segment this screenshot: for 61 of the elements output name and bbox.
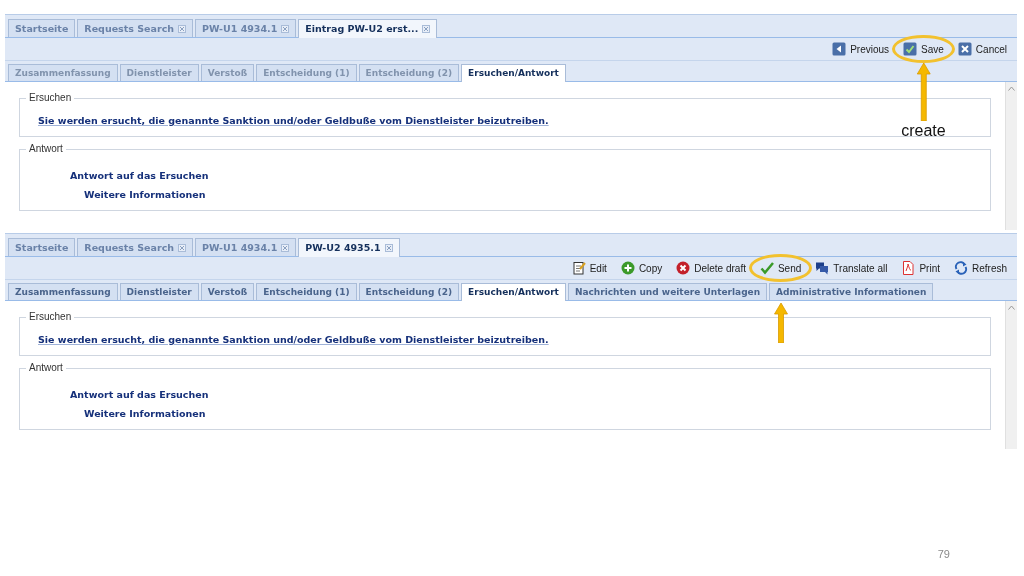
document-tab[interactable]: Eintrag PW-U2 erst... <box>298 19 438 38</box>
cancel-icon <box>957 42 972 56</box>
checkmark-icon <box>759 261 774 275</box>
document-tab[interactable]: PW-U2 4935.1 <box>298 238 400 257</box>
fieldset-legend: Ersuchen <box>26 92 75 103</box>
edit-button[interactable]: Edit <box>569 260 609 276</box>
document-tab[interactable]: Startseite <box>8 238 76 256</box>
document-tab[interactable]: Requests Search <box>77 238 194 256</box>
fieldset-legend: Antwort <box>26 362 66 373</box>
previous-icon <box>832 42 847 56</box>
scrollbar[interactable] <box>1005 301 1017 449</box>
document-tab[interactable]: Requests Search <box>77 19 194 37</box>
scrollbar[interactable] <box>1005 82 1017 230</box>
scroll-up-icon[interactable] <box>1008 86 1015 91</box>
save-button[interactable]: Save <box>901 41 946 57</box>
request-link[interactable]: Sie werden ersucht, die genannte Sanktion und/oder Geldbuße vom Dienstleister beizutreiben. <box>38 334 549 345</box>
info-heading: Weitere Informationen <box>84 408 206 419</box>
section-tab[interactable]: Nachrichten und weitere Unterlagen <box>567 283 768 300</box>
close-icon[interactable] <box>178 24 187 33</box>
close-icon[interactable] <box>281 24 290 33</box>
section-tab[interactable]: Verstoß <box>200 283 255 300</box>
section-tab[interactable]: Zusammenfassung <box>8 283 118 300</box>
notepad-icon <box>571 261 586 275</box>
copy-button[interactable]: Copy <box>618 260 665 276</box>
info-heading: Weitere Informationen <box>84 189 206 200</box>
page-number: 79 <box>937 548 950 560</box>
section-tab[interactable]: Administrative Informationen <box>769 283 934 300</box>
close-icon[interactable] <box>384 243 393 252</box>
section-tab[interactable]: Ersuchen/Antwort <box>461 64 566 82</box>
plus-circle-icon <box>620 261 635 275</box>
request-link[interactable]: Sie werden ersucht, die genannte Sanktion und/oder Geldbuße vom Dienstleister beizutreiben. <box>38 115 549 126</box>
refresh-icon <box>954 261 968 275</box>
document-tab[interactable]: PW-U1 4934.1 <box>195 19 297 37</box>
document-tab[interactable]: PW-U1 4934.1 <box>195 238 297 256</box>
pdf-document-icon <box>901 261 916 275</box>
fieldset-legend: Ersuchen <box>26 311 75 322</box>
close-icon[interactable] <box>281 243 290 252</box>
save-icon <box>903 42 918 56</box>
annotation-label: create <box>901 122 946 140</box>
delete-icon <box>676 261 691 275</box>
scroll-up-icon[interactable] <box>1008 305 1015 310</box>
section-tab[interactable]: Entscheidung (1) <box>256 283 357 300</box>
section-tab[interactable]: Entscheidung (2) <box>358 283 460 300</box>
translate-button[interactable]: Translate all <box>813 260 890 276</box>
section-tab[interactable]: Ersuchen/Antwort <box>461 283 566 301</box>
print-button[interactable]: Print <box>899 260 942 276</box>
refresh-button[interactable]: Refresh <box>952 260 1009 276</box>
cancel-button[interactable]: Cancel <box>955 41 1009 57</box>
fieldset-legend: Antwort <box>26 143 66 154</box>
send-button[interactable]: Send <box>757 260 804 276</box>
answer-heading: Antwort auf das Ersuchen <box>70 170 209 181</box>
close-icon[interactable] <box>422 24 431 33</box>
answer-heading: Antwort auf das Ersuchen <box>70 389 209 400</box>
previous-button[interactable]: Previous <box>830 41 892 57</box>
section-tab[interactable]: Dienstleister <box>119 283 199 300</box>
speech-bubbles-icon <box>815 261 830 275</box>
close-icon[interactable] <box>178 243 187 252</box>
delete-button[interactable]: Delete draft <box>674 260 748 276</box>
arrow <box>773 303 788 343</box>
arrow <box>916 63 931 121</box>
document-tab[interactable]: Startseite <box>8 19 76 37</box>
